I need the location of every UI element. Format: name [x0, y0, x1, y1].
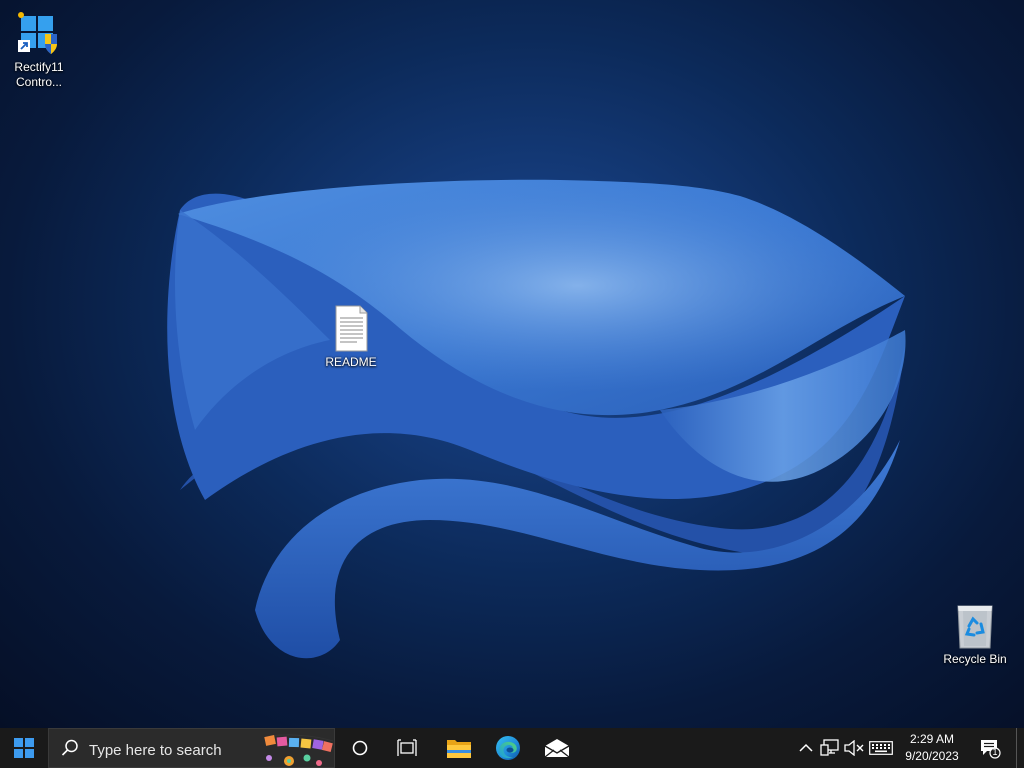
taskbar: 2:29 AM 9/20/2023 1 — [0, 728, 1024, 768]
volume-muted-icon — [844, 740, 864, 756]
recycle-bin-icon — [951, 602, 999, 650]
windows-logo-icon — [14, 738, 34, 758]
desktop[interactable]: Rectify11 Contro... README Recycle Bin — [0, 0, 1024, 728]
tray-network-button[interactable] — [819, 728, 841, 768]
desktop-icon-readme-label: README — [325, 355, 377, 369]
tray-keyboard-button[interactable] — [868, 728, 894, 768]
wallpaper-bloom-art — [167, 179, 906, 659]
tray-overflow-button[interactable] — [796, 728, 816, 768]
desktop-icon-recycle-bin[interactable]: Recycle Bin — [937, 602, 1013, 667]
edge-icon — [496, 736, 520, 760]
show-desktop-button[interactable] — [1016, 728, 1024, 768]
keyboard-icon — [869, 741, 893, 755]
file-explorer-icon — [447, 740, 471, 758]
search-highlight-icon — [264, 734, 334, 766]
notifications-count-badge: 1 — [992, 747, 998, 757]
task-view-icon — [397, 739, 417, 756]
clock-date: 9/20/2023 — [905, 749, 959, 763]
rectify11-control-panel-shortcut-icon — [15, 10, 63, 58]
taskbar-search-box[interactable] — [48, 728, 335, 768]
desktop-icon-rectify11-label-line1: Rectify11 — [14, 60, 64, 74]
tray-clock[interactable]: 2:29 AM 9/20/2023 — [894, 728, 970, 768]
text-document-icon — [327, 305, 375, 353]
taskbar-app-mail[interactable] — [534, 728, 580, 768]
search-input[interactable] — [87, 738, 261, 762]
taskbar-app-edge[interactable] — [485, 728, 531, 768]
taskbar-app-file-explorer[interactable] — [436, 728, 482, 768]
chevron-up-icon — [799, 743, 813, 752]
desktop-icon-rectify11[interactable]: Rectify11 Contro... — [1, 10, 77, 90]
cortana-button[interactable] — [337, 728, 383, 768]
start-button[interactable] — [0, 728, 48, 768]
cortana-circle-icon — [352, 740, 368, 756]
desktop-icon-readme[interactable]: README — [313, 305, 389, 370]
clock-time: 2:29 AM — [909, 732, 955, 746]
mail-icon — [544, 739, 570, 758]
network-icon — [820, 739, 839, 756]
desktop-icon-rectify11-label-line2: Contro... — [15, 75, 63, 89]
notifications-button[interactable]: 1 — [975, 728, 1005, 768]
desktop-icon-recycle-bin-label: Recycle Bin — [943, 652, 1007, 666]
task-view-button[interactable] — [384, 728, 430, 768]
search-icon — [61, 739, 78, 756]
tray-volume-button[interactable] — [843, 728, 865, 768]
